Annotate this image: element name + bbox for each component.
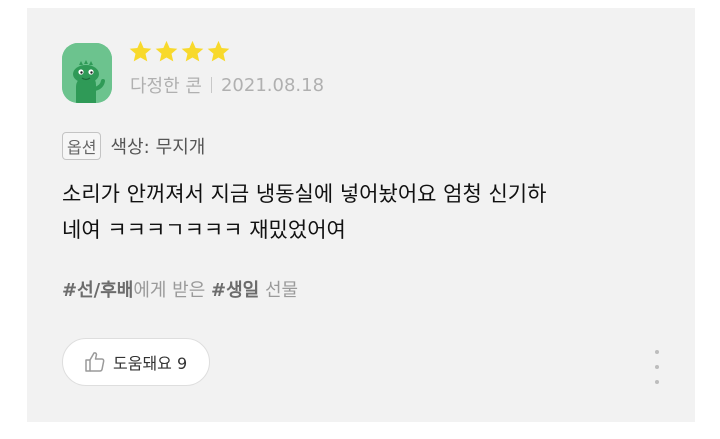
- option-value: 무지개: [155, 137, 206, 158]
- tag-keyword: #선/후배: [62, 280, 134, 301]
- helpful-button[interactable]: 도움돼요 9: [62, 338, 211, 386]
- tag-text: 선물: [259, 280, 299, 301]
- more-dot: [655, 380, 659, 384]
- star-icon: [181, 40, 204, 62]
- review-text: 소리가 안꺼져서 지금 냉동실에 넣어놨어요 엄청 신기하 네여 ㅋㅋㅋㄱㅋㅋㅋ…: [62, 182, 547, 242]
- tag-text: 에게 받은: [133, 280, 212, 301]
- dinosaur-avatar-icon: [62, 43, 112, 103]
- tag-keyword: #생일: [211, 280, 260, 301]
- option-row: 옵션 색상: 무지개: [62, 132, 205, 160]
- review-date: 2021.08.18: [220, 74, 325, 96]
- reviewer-name: 다정한 콘: [130, 76, 202, 97]
- more-vertical-icon[interactable]: [647, 350, 667, 384]
- option-badge: 옵션: [62, 132, 102, 160]
- meta-divider: [210, 77, 212, 93]
- star-icon: [129, 40, 152, 62]
- review-meta: 다정한 콘 2021.08.18: [130, 72, 324, 98]
- review-tags: #선/후배에게 받은 #생일 선물: [62, 276, 298, 302]
- more-dot: [655, 365, 659, 369]
- rating-stars: [128, 39, 231, 64]
- reviewer-avatar: [62, 43, 112, 103]
- helpful-label: 도움돼요 9: [113, 354, 188, 373]
- star-icon: [207, 40, 230, 62]
- thumbs-up-icon: [85, 352, 105, 372]
- more-dot: [655, 350, 659, 354]
- option-label: 색상:: [110, 137, 150, 158]
- review-card: 다정한 콘 2021.08.18 옵션 색상: 무지개 소리가 안꺼져서 지금 …: [27, 8, 695, 422]
- star-icon: [155, 40, 178, 62]
